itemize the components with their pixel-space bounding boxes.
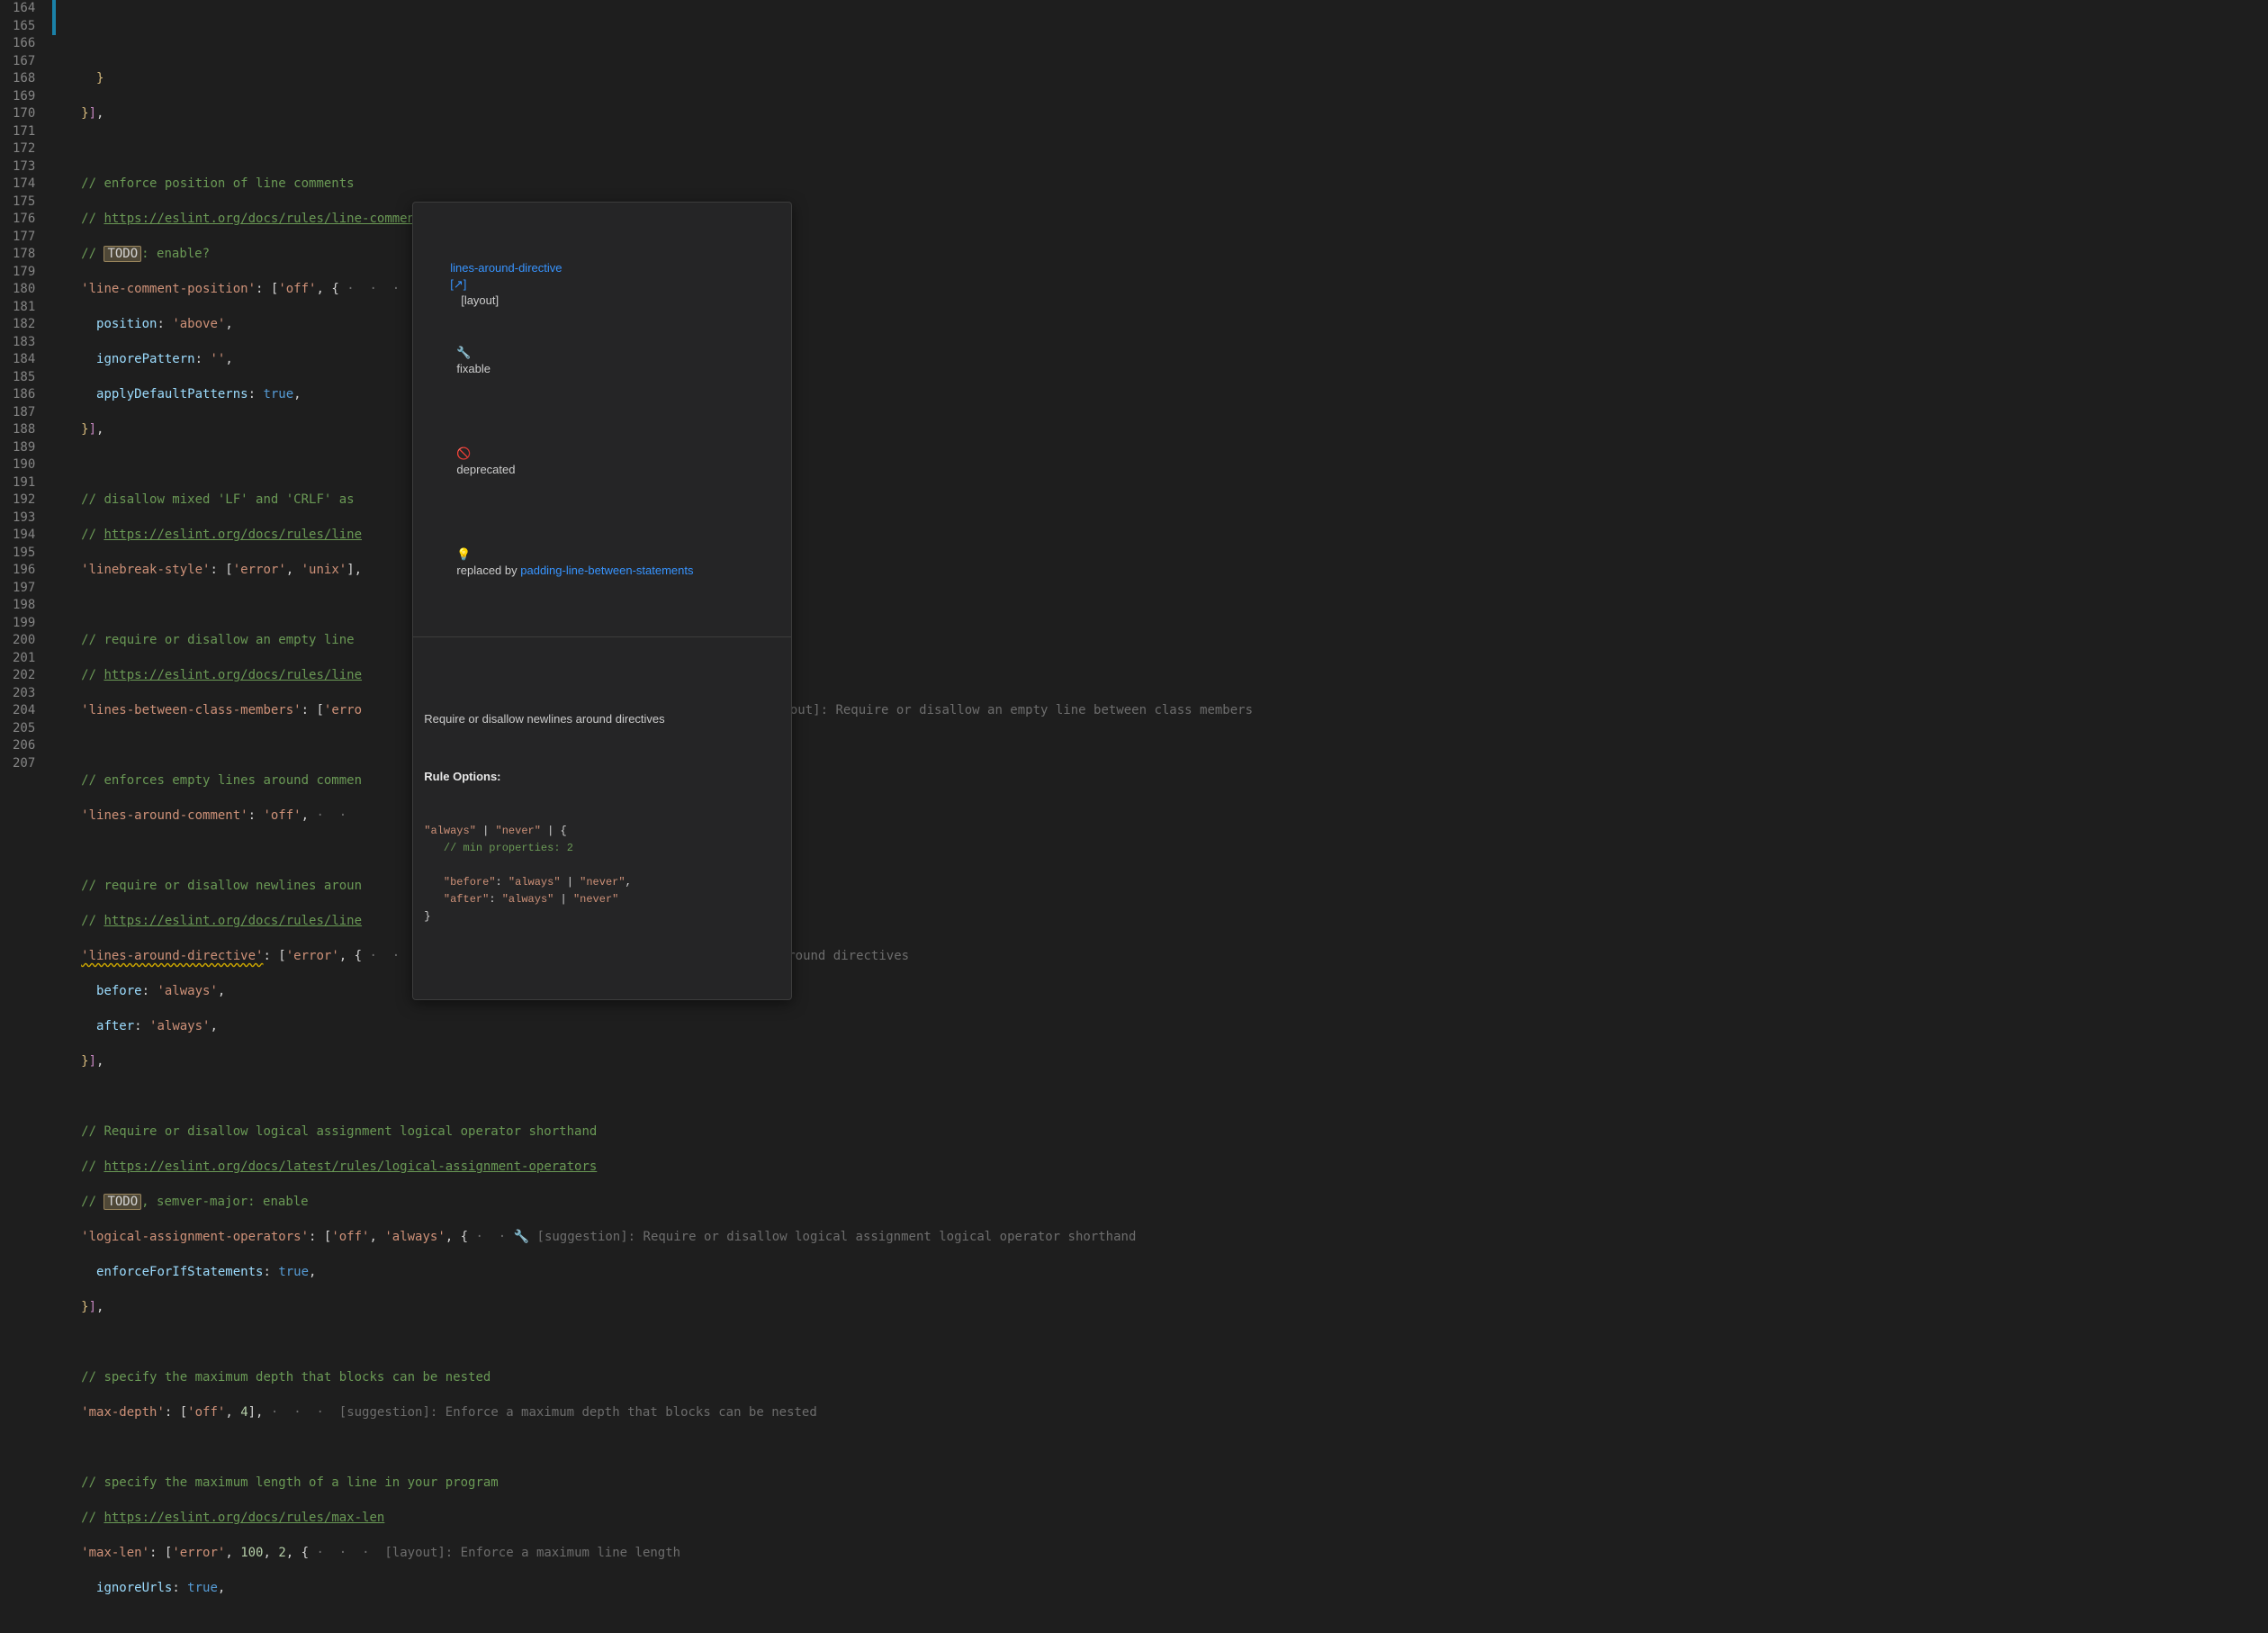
- code-line[interactable]: applyDefaultPatterns: true,: [66, 386, 2268, 404]
- code-line[interactable]: // specify the maximum depth that blocks…: [66, 1369, 2268, 1387]
- code-line[interactable]: ignoreUrls: true,: [66, 1580, 2268, 1598]
- rule-doc-link[interactable]: https://eslint.org/docs/rules/line: [104, 528, 362, 542]
- hover-header: lines-around-directive [↗] [layout] 🔧 fi…: [413, 235, 791, 637]
- code-line[interactable]: // https://eslint.org/docs/rules/line: [66, 527, 2268, 545]
- hover-replaced-by-label: replaced by: [456, 564, 520, 577]
- lintel-inline-hint: · · · [layout]: Enforce a maximum line l…: [309, 1546, 680, 1560]
- code-line[interactable]: }],: [66, 421, 2268, 439]
- hover-body: Require or disallow newlines around dire…: [413, 670, 791, 967]
- deprecated-rule-warning[interactable]: 'lines-around-directive': [81, 949, 263, 963]
- rule-doc-link[interactable]: https://eslint.org/docs/latest/rules/log…: [104, 1159, 597, 1174]
- rule-doc-link[interactable]: https://eslint.org/docs/rules/line: [104, 914, 362, 928]
- hover-options-heading: Rule Options:: [424, 769, 780, 785]
- code-line[interactable]: enforceForIfStatements: true,: [66, 1264, 2268, 1282]
- code-line[interactable]: [66, 140, 2268, 158]
- code-line[interactable]: // TODO, semver-major: enable: [66, 1194, 2268, 1212]
- todo-badge: TODO: [104, 1194, 141, 1210]
- code-line[interactable]: 'linebreak-style': ['error', 'unix'],: [66, 562, 2268, 580]
- wrench-icon: 🔧: [456, 346, 471, 359]
- code-line[interactable]: [66, 1334, 2268, 1352]
- code-content[interactable]: lines-around-directive [↗] [layout] 🔧 fi…: [57, 0, 2268, 1633]
- line-number-gutter: 164165166 167168169 170171172 173174175 …: [0, 0, 51, 772]
- rule-doc-link[interactable]: https://eslint.org/docs/rules/line: [104, 668, 362, 682]
- code-line[interactable]: [66, 737, 2268, 755]
- code-line[interactable]: // https://eslint.org/docs/latest/rules/…: [66, 1159, 2268, 1177]
- code-line[interactable]: 'logical-assignment-operators': ['off', …: [66, 1229, 2268, 1247]
- hover-options-code: "always" | "never" | { // min properties…: [424, 823, 780, 925]
- hover-description: Require or disallow newlines around dire…: [424, 711, 780, 727]
- no-entry-icon: 🚫: [456, 447, 471, 460]
- code-line[interactable]: ignorePattern: '',: [66, 351, 2268, 369]
- code-line[interactable]: // https://eslint.org/docs/rules/line: [66, 667, 2268, 685]
- code-line[interactable]: before: 'always',: [66, 983, 2268, 1001]
- code-line[interactable]: position: 'above',: [66, 316, 2268, 334]
- hover-rule-name[interactable]: lines-around-directive: [450, 261, 562, 275]
- hover-replacement-link[interactable]: padding-line-between-statements: [520, 564, 693, 577]
- code-line[interactable]: // https://eslint.org/docs/rules/max-len: [66, 1510, 2268, 1528]
- todo-badge: TODO: [104, 246, 141, 262]
- code-line[interactable]: // require or disallow newlines aroun: [66, 878, 2268, 896]
- code-line[interactable]: // specify the maximum length of a line …: [66, 1475, 2268, 1493]
- code-line[interactable]: }],: [66, 1053, 2268, 1071]
- code-line[interactable]: after: 'always',: [66, 1018, 2268, 1036]
- code-line[interactable]: // enforce position of line comments: [66, 176, 2268, 194]
- lintel-inline-hint: · ·: [309, 808, 346, 823]
- lintel-inline-hint: · · 🔧 [suggestion]: Require or disallow …: [468, 1230, 1136, 1244]
- code-line[interactable]: [66, 1088, 2268, 1106]
- rule-doc-link[interactable]: https://eslint.org/docs/rules/max-len: [104, 1511, 384, 1525]
- code-line[interactable]: 'lines-around-comment': 'off', · ·: [66, 807, 2268, 826]
- hover-widget[interactable]: lines-around-directive [↗] [layout] 🔧 fi…: [412, 202, 792, 1000]
- code-line[interactable]: [66, 456, 2268, 474]
- code-line[interactable]: // disallow mixed 'LF' and 'CRLF' as: [66, 492, 2268, 510]
- code-line[interactable]: }],: [66, 1299, 2268, 1317]
- code-line[interactable]: // https://eslint.org/docs/rules/line-co…: [66, 211, 2268, 229]
- code-line[interactable]: 'max-depth': ['off', 4], · · · [suggesti…: [66, 1404, 2268, 1422]
- code-line[interactable]: // require or disallow an empty line: [66, 632, 2268, 650]
- hover-category: [layout]: [461, 293, 499, 307]
- code-line[interactable]: }],: [66, 105, 2268, 123]
- code-line[interactable]: // https://eslint.org/docs/rules/line: [66, 913, 2268, 931]
- code-line[interactable]: [66, 843, 2268, 861]
- code-line[interactable]: 'line-comment-position': ['off', { · · ·…: [66, 281, 2268, 299]
- code-line[interactable]: }: [66, 70, 2268, 88]
- lightbulb-icon: 💡: [456, 547, 471, 561]
- code-line[interactable]: 'lines-between-class-members': ['erro🔧 […: [66, 702, 2268, 720]
- code-line[interactable]: // enforces empty lines around commen: [66, 772, 2268, 790]
- hover-fixable-label: fixable: [456, 362, 490, 375]
- code-line[interactable]: // TODO: enable?: [66, 246, 2268, 264]
- code-line[interactable]: 'lines-around-directive': ['error', { · …: [66, 948, 2268, 966]
- code-line[interactable]: 'max-len': ['error', 100, 2, { · · · [la…: [66, 1545, 2268, 1563]
- code-line[interactable]: [66, 1439, 2268, 1457]
- code-line[interactable]: [66, 597, 2268, 615]
- hover-deprecated-label: deprecated: [456, 463, 515, 476]
- code-line[interactable]: // Require or disallow logical assignmen…: [66, 1123, 2268, 1141]
- lintel-inline-hint: 🔧 [layout]: Require or disallow an empty…: [736, 702, 1253, 720]
- code-editor[interactable]: 164165166 167168169 170171172 173174175 …: [0, 0, 2268, 1633]
- lintel-inline-hint: · · · [suggestion]: Enforce a maximum de…: [263, 1405, 816, 1420]
- external-link-icon[interactable]: [↗]: [450, 277, 466, 291]
